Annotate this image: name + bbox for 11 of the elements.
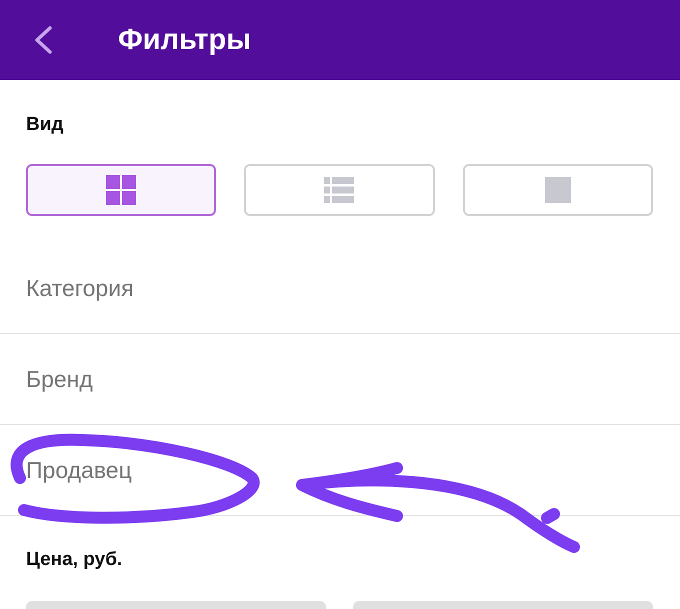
- filter-item[interactable]: Продавец: [26, 456, 132, 484]
- filter-item[interactable]: Категория: [26, 274, 134, 302]
- list-icon: [324, 177, 354, 203]
- grid-icon: [106, 175, 136, 205]
- section-label: Вид: [25, 113, 64, 137]
- filter-item[interactable]: Бренд: [26, 366, 93, 392]
- view-toggle[interactable]: [26, 164, 216, 216]
- section-label: Цена, руб.: [25, 548, 124, 572]
- screen-title: Фильтры: [118, 24, 251, 56]
- square-icon: [544, 177, 571, 203]
- back-icon[interactable]: [32, 25, 54, 55]
